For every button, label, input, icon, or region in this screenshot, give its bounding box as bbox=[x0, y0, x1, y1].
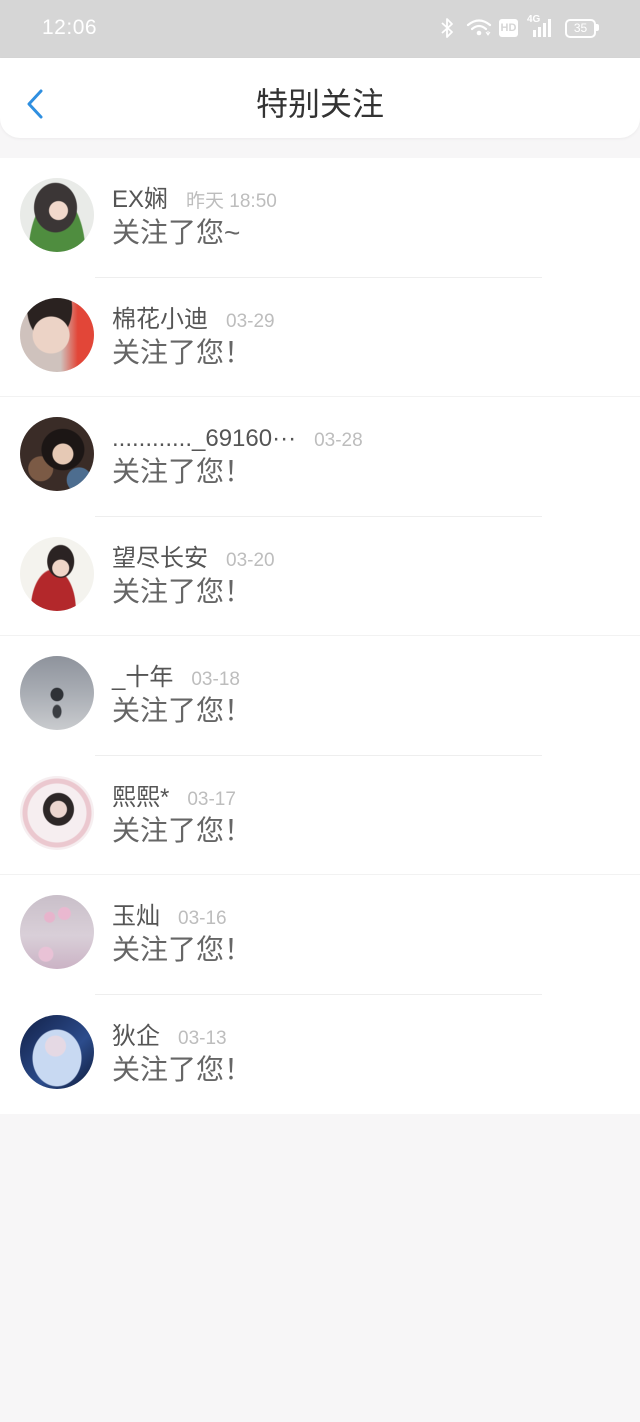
item-text: 狄企 03-13 关注了您！ bbox=[112, 1023, 620, 1086]
message: 关注了您！ bbox=[112, 695, 253, 726]
item-text: 熙熙* 03-17 关注了您！ bbox=[112, 784, 620, 847]
avatar bbox=[20, 895, 94, 969]
message: 关注了您！ bbox=[112, 1053, 253, 1085]
avatar bbox=[20, 297, 94, 372]
user-name: 玉灿 bbox=[112, 903, 160, 930]
avatar bbox=[20, 417, 94, 491]
follow-list: EX娴 昨天 18:50 关注了您~ 棉花小迪 03-29 关注了您！ ....… bbox=[0, 158, 640, 1114]
item-text: EX娴 昨天 18:50 关注了您~ bbox=[112, 186, 620, 249]
item-text: 棉花小迪 03-29 关注了您！ bbox=[112, 306, 620, 369]
item-header: 熙熙* 03-17 bbox=[112, 784, 620, 812]
message: 关注了您！ bbox=[112, 456, 253, 487]
timestamp: 03-13 bbox=[178, 1027, 227, 1049]
item-text: 望尽长安 03-20 关注了您！ bbox=[112, 545, 620, 608]
message: 关注了您！ bbox=[112, 934, 253, 965]
item-text: _十年 03-18 关注了您！ bbox=[112, 664, 620, 727]
user-name: 望尽长安 bbox=[112, 544, 208, 572]
avatar bbox=[20, 536, 94, 611]
item-header: 狄企 03-13 bbox=[112, 1023, 620, 1051]
list-item[interactable]: ............_69160··· 03-28 关注了您！ bbox=[0, 397, 640, 517]
item-text: 玉灿 03-16 关注了您！ bbox=[112, 903, 620, 966]
status-bar: 12:06 HD 4G 35 bbox=[0, 0, 640, 58]
avatar bbox=[20, 775, 94, 850]
timestamp: 03-18 bbox=[191, 669, 240, 690]
avatar bbox=[20, 178, 94, 252]
list-item[interactable]: _十年 03-18 关注了您！ bbox=[0, 636, 640, 756]
message: 关注了您！ bbox=[112, 336, 253, 368]
timestamp: 03-17 bbox=[187, 788, 236, 810]
item-text: ............_69160··· 03-28 关注了您！ bbox=[112, 425, 620, 488]
page-title: 特别关注 bbox=[255, 86, 384, 122]
item-header: 玉灿 03-16 bbox=[112, 903, 620, 931]
list-item[interactable]: EX娴 昨天 18:50 关注了您~ bbox=[0, 158, 640, 278]
message: 关注了您！ bbox=[112, 575, 253, 607]
list-item[interactable]: 望尽长安 03-20 关注了您！ bbox=[0, 517, 640, 637]
item-header: ............_69160··· 03-28 bbox=[112, 425, 620, 453]
user-name: 熙熙* bbox=[112, 783, 170, 811]
item-header: 望尽长安 03-20 bbox=[112, 545, 620, 573]
list-item[interactable]: 棉花小迪 03-29 关注了您！ bbox=[0, 278, 640, 398]
list-item[interactable]: 熙熙* 03-17 关注了您！ bbox=[0, 756, 640, 876]
avatar bbox=[20, 1014, 94, 1089]
list-item[interactable]: 玉灿 03-16 关注了您！ bbox=[0, 875, 640, 995]
timestamp: 03-20 bbox=[226, 549, 275, 571]
nav-bar: 特别关注 bbox=[0, 58, 640, 138]
timestamp: 03-28 bbox=[314, 430, 363, 451]
wifi-icon bbox=[466, 19, 492, 36]
user-name: _十年 bbox=[112, 664, 174, 691]
hd-icon: HD bbox=[499, 19, 518, 37]
item-header: _十年 03-18 bbox=[112, 664, 620, 692]
battery-icon: 35 bbox=[565, 19, 596, 38]
item-header: EX娴 昨天 18:50 bbox=[112, 186, 620, 214]
avatar bbox=[20, 656, 94, 730]
timestamp: 03-29 bbox=[226, 310, 275, 332]
status-time: 12:06 bbox=[42, 16, 98, 39]
list-item[interactable]: 狄企 03-13 关注了您！ bbox=[0, 995, 640, 1115]
battery-nub bbox=[596, 24, 599, 31]
bluetooth-icon bbox=[441, 18, 453, 38]
item-header: 棉花小迪 03-29 bbox=[112, 306, 620, 334]
message: 关注了您~ bbox=[112, 217, 241, 248]
user-name: EX娴 bbox=[112, 186, 169, 213]
user-name: 狄企 bbox=[112, 1022, 160, 1050]
signal-icon bbox=[533, 19, 551, 37]
user-name: ............_69160··· bbox=[112, 425, 297, 452]
message: 关注了您！ bbox=[112, 814, 253, 846]
timestamp: 03-16 bbox=[178, 908, 227, 929]
timestamp: 昨天 18:50 bbox=[186, 191, 277, 212]
user-name: 棉花小迪 bbox=[112, 305, 208, 333]
